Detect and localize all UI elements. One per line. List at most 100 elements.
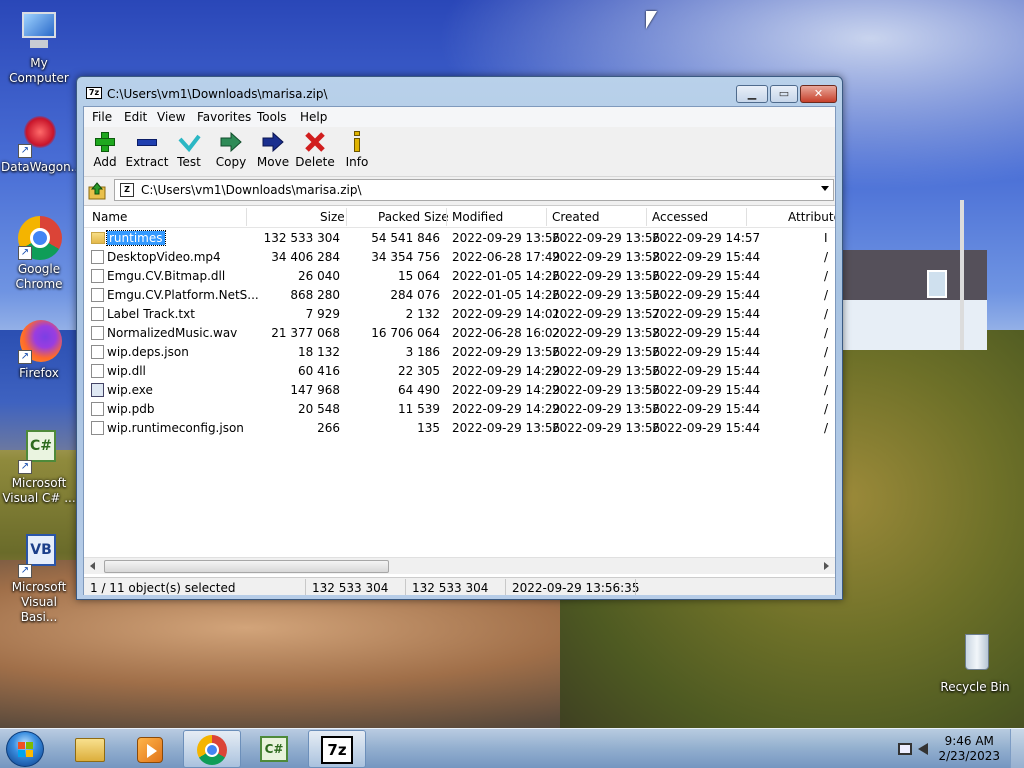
menu-file[interactable]: File: [92, 110, 112, 124]
menu-help[interactable]: Help: [300, 110, 327, 124]
table-row[interactable]: wip.runtimeconfig.json 266 135 2022-09-29 1…: [84, 419, 835, 438]
column-header-created[interactable]: Created: [552, 210, 600, 224]
desktop-icon-firefox[interactable]: ↗ Firefox: [1, 318, 77, 381]
address-field[interactable]: Z C:\Users\vm1\Downloads\marisa.zip\: [114, 179, 834, 201]
table-row[interactable]: wip.pdb 20 548 11 539 2022-09-29 14:29 2022-…: [84, 400, 835, 419]
up-folder-button[interactable]: [87, 181, 107, 201]
maximize-button[interactable]: ▭: [770, 85, 798, 103]
add-label: Add: [93, 155, 117, 169]
table-row[interactable]: Emgu.CV.Platform.NetS... 868 280 284 076 20…: [84, 286, 835, 305]
column-header-modified[interactable]: Modified: [452, 210, 503, 224]
start-button[interactable]: [6, 731, 44, 767]
cell-created: 2022-09-29 13:56: [552, 383, 661, 397]
delete-label: Delete: [295, 155, 335, 169]
taskbar-visual-csharp[interactable]: C#: [246, 730, 304, 768]
cell-packed-size: 3 186: [405, 345, 440, 359]
desktop-icon-visual-csharp[interactable]: C# ↗ Microsoft Visual C# ...: [1, 428, 77, 506]
taskbar-media-player[interactable]: [122, 730, 180, 768]
cell-accessed: 2022-09-29 15:44: [652, 402, 761, 416]
system-tray: 9:46 AM 2/23/2023: [884, 729, 1024, 768]
scroll-left-icon[interactable]: [90, 562, 95, 570]
show-desktop-button[interactable]: [1010, 729, 1024, 768]
copy-button[interactable]: Copy: [209, 131, 253, 175]
desktop-icon-chrome[interactable]: ↗ Google Chrome: [1, 214, 77, 292]
cell-modified: 2022-09-29 14:29: [452, 383, 561, 397]
test-button[interactable]: Test: [167, 131, 211, 175]
desktop-icon-my-computer[interactable]: My Computer: [1, 8, 77, 86]
cell-attributes: /: [824, 307, 829, 321]
desktop-icon-recycle-bin[interactable]: Recycle Bin: [937, 632, 1013, 695]
arrow-right-icon: [261, 131, 285, 153]
menu-view[interactable]: View: [157, 110, 185, 124]
datawagon-icon: ↗: [16, 112, 62, 158]
table-row[interactable]: Label Track.txt 7 929 2 132 2022-09-29 14:0…: [84, 305, 835, 324]
cell-attributes: /: [824, 383, 829, 397]
cell-name: wip.runtimeconfig.json: [107, 421, 244, 435]
network-icon[interactable]: [898, 743, 912, 755]
desktop-icon-visual-basic[interactable]: VB ↗ Microsoft Visual Basi...: [1, 532, 77, 625]
column-header-attributes[interactable]: Attribute: [788, 210, 835, 224]
cell-modified: 2022-09-29 13:56: [452, 421, 561, 435]
column-header-row: Name Size Packed Size Modified Created A…: [84, 206, 835, 228]
taskbar-chrome[interactable]: [183, 730, 241, 768]
address-bar: Z C:\Users\vm1\Downloads\marisa.zip\: [84, 179, 835, 203]
extract-button[interactable]: Extract: [125, 131, 169, 175]
cell-accessed: 2022-09-29 15:44: [652, 307, 761, 321]
horizontal-scrollbar[interactable]: [84, 557, 835, 574]
file-list[interactable]: Name Size Packed Size Modified Created A…: [84, 205, 835, 577]
status-modified: 2022-09-29 13:56:35: [512, 581, 640, 595]
status-packed-size: 132 533 304: [412, 581, 489, 595]
menu-edit[interactable]: Edit: [124, 110, 147, 124]
cell-name: wip.exe: [107, 383, 153, 397]
clock[interactable]: 9:46 AM 2/23/2023: [938, 734, 1000, 764]
menu-tools[interactable]: Tools: [257, 110, 287, 124]
desktop-icon-label: My Computer: [9, 56, 69, 85]
folder-icon: [75, 738, 105, 762]
table-row[interactable]: DesktopVideo.mp4 34 406 284 34 354 756 2022…: [84, 248, 835, 267]
minimize-button[interactable]: ▁: [736, 85, 768, 103]
plus-icon: [93, 131, 117, 153]
cell-name: runtimes: [106, 230, 166, 246]
x-icon: [303, 131, 327, 153]
menu-favorites[interactable]: Favorites: [197, 110, 251, 124]
table-row[interactable]: wip.deps.json 18 132 3 186 2022-09-29 13:56…: [84, 343, 835, 362]
cell-modified: 2022-06-28 16:02: [452, 326, 561, 340]
info-button[interactable]: Info: [335, 131, 379, 175]
cell-packed-size: 16 706 064: [371, 326, 440, 340]
minimize-icon: ▁: [747, 87, 757, 100]
document-icon: [91, 402, 104, 416]
delete-button[interactable]: Delete: [293, 131, 337, 175]
table-row[interactable]: runtimes 132 533 304 54 541 846 2022-09-29 …: [84, 229, 835, 248]
close-button[interactable]: ✕: [800, 85, 837, 103]
cell-created: 2022-09-29 13:56: [552, 231, 661, 245]
clock-date: 2/23/2023: [938, 749, 1000, 763]
column-header-name[interactable]: Name: [92, 210, 127, 224]
table-row[interactable]: wip.exe 147 968 64 490 2022-09-29 14:29 2022…: [84, 381, 835, 400]
desktop-icon-label: Microsoft Visual Basi...: [11, 580, 67, 624]
add-button[interactable]: Add: [83, 131, 127, 175]
scrollbar-thumb[interactable]: [104, 560, 389, 573]
title-bar[interactable]: 7z C:\Users\vm1\Downloads\marisa.zip\ ▁ …: [77, 77, 842, 107]
desktop-icon-datawagon[interactable]: ↗ DataWagon...: [1, 112, 82, 175]
move-button[interactable]: Move: [251, 131, 295, 175]
table-row[interactable]: NormalizedMusic.wav 21 377 068 16 706 064 2…: [84, 324, 835, 343]
cell-attributes: /: [824, 288, 829, 302]
taskbar-file-explorer[interactable]: [62, 730, 120, 768]
clock-time: 9:46 AM: [944, 734, 994, 748]
cell-size: 20 548: [298, 402, 340, 416]
table-row[interactable]: Emgu.CV.Bitmap.dll 26 040 15 064 2022-01-05…: [84, 267, 835, 286]
scroll-right-icon[interactable]: [824, 562, 829, 570]
desktop-icon-label: DataWagon...: [1, 160, 83, 174]
cell-modified: 2022-09-29 13:56: [452, 345, 561, 359]
column-header-size[interactable]: Size: [320, 210, 345, 224]
cell-accessed: 2022-09-29 15:44: [652, 345, 761, 359]
table-row[interactable]: wip.dll 60 416 22 305 2022-09-29 14:29 2022-…: [84, 362, 835, 381]
volume-icon[interactable]: [918, 743, 928, 755]
column-header-packed-size[interactable]: Packed Size: [378, 210, 449, 224]
column-header-accessed[interactable]: Accessed: [652, 210, 708, 224]
7zip-icon: 7z: [321, 736, 353, 764]
desktop-icon-label: Recycle Bin: [940, 680, 1010, 694]
chevron-down-icon[interactable]: [821, 186, 829, 191]
taskbar-7zip[interactable]: 7z: [308, 730, 366, 768]
7zip-window[interactable]: 7z C:\Users\vm1\Downloads\marisa.zip\ ▁ …: [76, 76, 843, 600]
